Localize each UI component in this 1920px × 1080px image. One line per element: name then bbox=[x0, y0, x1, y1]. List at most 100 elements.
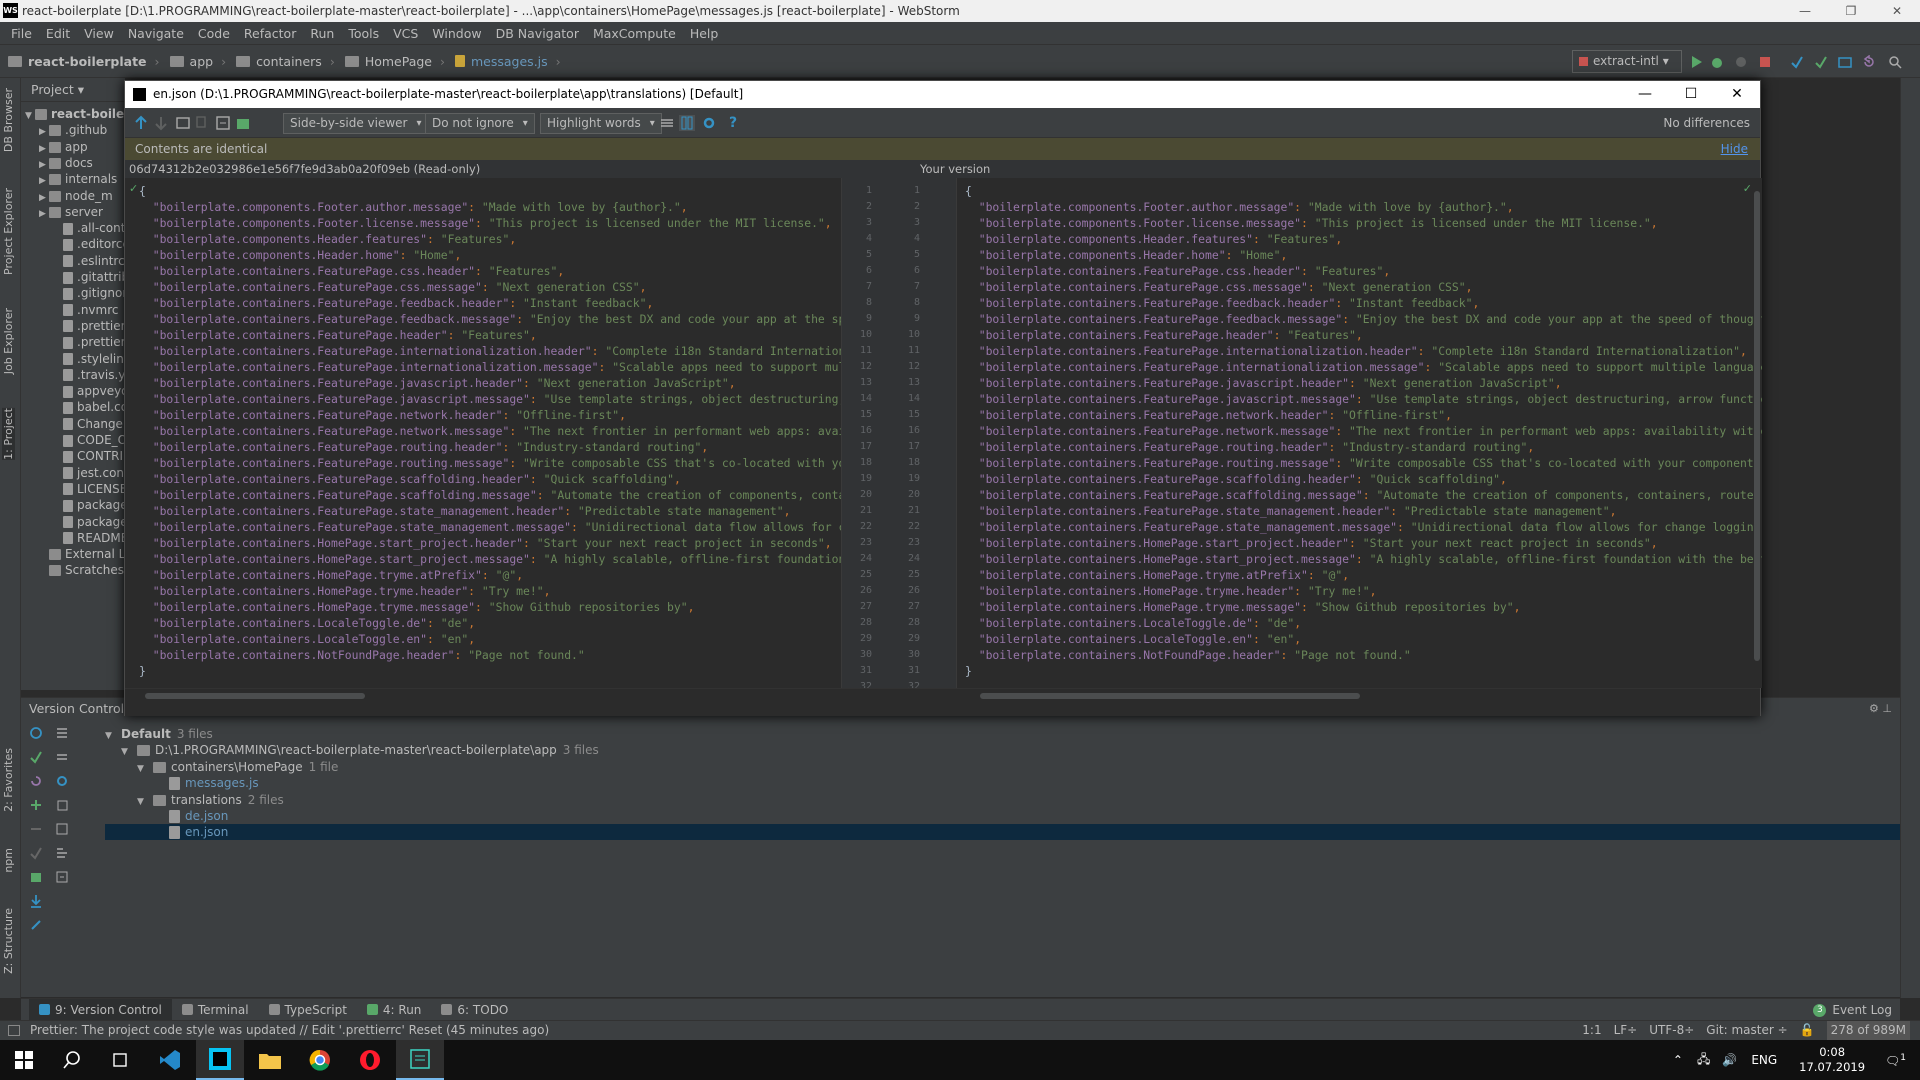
project-tree-item[interactable]: ▼ react-boile bbox=[21, 106, 124, 122]
project-tree-item[interactable]: jest.cont bbox=[21, 465, 129, 481]
breadcrumb-file[interactable]: messages.js › bbox=[455, 54, 561, 69]
project-tree-item[interactable]: .gitignor bbox=[21, 285, 127, 301]
settings-gear-icon[interactable] bbox=[701, 115, 717, 131]
project-tree-item[interactable]: CONTRI bbox=[21, 448, 123, 464]
start-button[interactable] bbox=[0, 1040, 48, 1080]
right-code-pane[interactable]: ✓ { "boilerplate.components.Footer.autho… bbox=[957, 178, 1762, 688]
coverage-icon[interactable] bbox=[1734, 55, 1748, 69]
project-tree-item[interactable]: ▶ server bbox=[21, 204, 103, 220]
run-configuration-select[interactable]: extract-intl ▾ bbox=[1572, 50, 1682, 73]
project-tree-item[interactable]: CODE_O bbox=[21, 432, 127, 448]
menu-db-navigator[interactable]: DB Navigator bbox=[489, 26, 586, 41]
menu-vcs[interactable]: VCS bbox=[386, 26, 425, 41]
project-tree-item[interactable]: README bbox=[21, 530, 128, 546]
tab-job-explorer[interactable]: Job Explorer bbox=[2, 308, 15, 374]
menu-view[interactable]: View bbox=[77, 26, 121, 41]
show-diff-icon[interactable] bbox=[215, 115, 231, 131]
diff-icon[interactable] bbox=[55, 870, 69, 884]
shelve-icon[interactable] bbox=[29, 870, 43, 884]
tab-version-control[interactable]: 9: Version Control bbox=[29, 998, 172, 1021]
tab-terminal[interactable]: Terminal bbox=[172, 999, 259, 1021]
taskbar-webstorm[interactable] bbox=[196, 1040, 244, 1080]
collapse-unchanged-icon[interactable] bbox=[659, 115, 675, 131]
project-tree-item[interactable]: ▶ .github bbox=[21, 122, 107, 138]
right-horizontal-scrollbar[interactable] bbox=[980, 693, 1360, 699]
project-tree-item[interactable]: .editorcc bbox=[21, 236, 129, 252]
menu-run[interactable]: Run bbox=[303, 26, 341, 41]
tab-run[interactable]: 4: Run bbox=[357, 999, 432, 1021]
refresh-icon[interactable] bbox=[29, 726, 43, 740]
check-icon[interactable] bbox=[29, 846, 43, 860]
commit-icon[interactable] bbox=[29, 750, 43, 764]
breadcrumb-project[interactable]: react-boilerplate › bbox=[8, 54, 160, 69]
compare-icon[interactable] bbox=[195, 115, 211, 131]
taskbar-file-explorer[interactable] bbox=[246, 1040, 294, 1080]
menu-file[interactable]: File bbox=[4, 26, 39, 41]
project-tree-item[interactable]: ▶ internals bbox=[21, 171, 117, 187]
event-log-button[interactable]: 3 Event Log bbox=[1813, 999, 1892, 1021]
viewer-mode-dropdown[interactable]: Side-by-side viewer bbox=[283, 113, 429, 134]
taskbar-app[interactable] bbox=[396, 1040, 444, 1080]
changes-tree-row[interactable]: ▼ translations 2 files bbox=[105, 792, 1900, 808]
menu-tools[interactable]: Tools bbox=[341, 26, 386, 41]
tab-favorites[interactable]: 2: Favorites bbox=[2, 748, 15, 812]
caret-position[interactable]: 1:1 bbox=[1582, 1021, 1601, 1040]
breadcrumb-app[interactable]: app › bbox=[169, 54, 226, 69]
toggle-tool-windows-icon[interactable] bbox=[8, 1025, 20, 1036]
menu-help[interactable]: Help bbox=[683, 26, 726, 41]
project-tree-item[interactable]: Changel bbox=[21, 416, 126, 432]
volume-icon[interactable]: 🔊 bbox=[1722, 1053, 1737, 1067]
breadcrumb-homepage[interactable]: HomePage › bbox=[344, 54, 445, 69]
tab-project[interactable]: 1: Project bbox=[2, 408, 15, 460]
jump-to-source-icon[interactable] bbox=[175, 115, 191, 131]
project-tree-item[interactable]: .stylelint bbox=[21, 351, 129, 367]
task-view-button[interactable] bbox=[96, 1040, 144, 1080]
left-code-pane[interactable]: ✓ { "boilerplate.components.Footer.autho… bbox=[125, 178, 841, 688]
add-icon[interactable] bbox=[29, 798, 43, 812]
vcs-revert-icon[interactable] bbox=[1862, 55, 1876, 69]
tab-db-browser[interactable]: DB Browser bbox=[2, 88, 15, 152]
debug-icon[interactable] bbox=[1710, 55, 1724, 69]
project-panel-header[interactable]: Project ▾ bbox=[21, 78, 125, 102]
menu-edit[interactable]: Edit bbox=[39, 26, 77, 41]
menu-window[interactable]: Window bbox=[425, 26, 488, 41]
changes-tree-row[interactable]: en.json bbox=[105, 824, 1900, 841]
project-tree-item[interactable]: ▶ node_m bbox=[21, 188, 113, 204]
run-icon[interactable] bbox=[1690, 55, 1704, 69]
git-branch[interactable]: Git: master ÷ bbox=[1706, 1021, 1787, 1040]
next-difference-icon[interactable] bbox=[153, 115, 169, 131]
project-tree-item[interactable]: appveyo bbox=[21, 383, 129, 399]
menu-navigate[interactable]: Navigate bbox=[121, 26, 191, 41]
file-encoding[interactable]: UTF-8÷ bbox=[1649, 1021, 1694, 1040]
project-tree-item[interactable]: .gitattrib bbox=[21, 269, 129, 285]
dialog-minimize-button[interactable]: — bbox=[1622, 81, 1668, 108]
notifications-icon[interactable]: 🗨1 bbox=[1885, 1053, 1906, 1068]
pin-icon[interactable] bbox=[29, 918, 43, 932]
ignore-whitespace-dropdown[interactable]: Do not ignore bbox=[425, 113, 535, 134]
tab-npm[interactable]: npm bbox=[2, 848, 15, 873]
group-icon[interactable] bbox=[55, 846, 69, 860]
status-message[interactable]: Prettier: The project code style was upd… bbox=[30, 1023, 549, 1037]
copy-icon[interactable] bbox=[55, 798, 69, 812]
tab-structure[interactable]: Z: Structure bbox=[2, 908, 15, 974]
project-tree-item[interactable]: ▶ app bbox=[21, 139, 88, 155]
project-tree-item[interactable]: .all-cont bbox=[21, 220, 125, 236]
vcs-commit-icon[interactable] bbox=[1814, 55, 1828, 69]
remove-icon[interactable] bbox=[29, 822, 43, 836]
rollback-icon[interactable] bbox=[29, 774, 43, 788]
lock-icon[interactable]: 🔓 bbox=[1800, 1021, 1815, 1040]
memory-indicator[interactable]: 278 of 989M bbox=[1826, 1021, 1910, 1040]
close-button[interactable]: ✕ bbox=[1874, 0, 1920, 22]
highlight-mode-dropdown[interactable]: Highlight words bbox=[540, 113, 662, 134]
project-tree-item[interactable]: babel.co bbox=[21, 399, 128, 415]
project-tree-item[interactable]: .prettierr bbox=[21, 334, 130, 350]
panel-settings-icon[interactable]: ⚙ ⊥ bbox=[1869, 702, 1892, 715]
left-horizontal-scrollbar[interactable] bbox=[145, 693, 365, 699]
stop-icon[interactable] bbox=[1758, 55, 1772, 69]
dialog-maximize-button[interactable]: ☐ bbox=[1668, 81, 1714, 108]
tab-typescript[interactable]: TypeScript bbox=[259, 999, 357, 1021]
changes-tree-row[interactable]: ▼ D:\1.PROGRAMMING\react-boilerplate-mast… bbox=[105, 742, 1900, 758]
dialog-close-button[interactable]: ✕ bbox=[1714, 81, 1760, 108]
restore-button[interactable]: ❐ bbox=[1828, 0, 1874, 22]
expand-all-icon[interactable] bbox=[55, 726, 69, 740]
